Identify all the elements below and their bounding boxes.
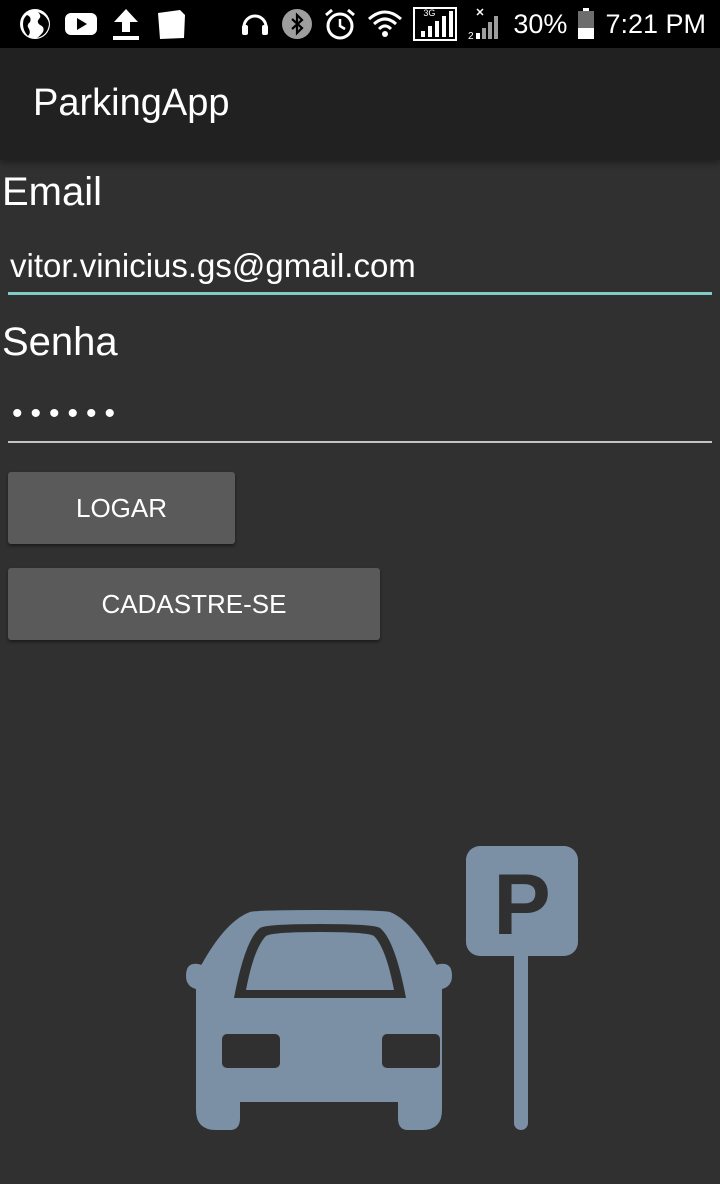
bluetooth-icon [281, 8, 313, 40]
password-label: Senha [2, 320, 118, 364]
notes-icon [154, 7, 188, 41]
register-button[interactable]: CADASTRE-SE [8, 568, 380, 640]
signal-3g-icon: 3G [413, 7, 458, 41]
parking-sign-letter: P [493, 857, 550, 953]
email-label: Email [2, 170, 103, 214]
youtube-icon [64, 10, 98, 38]
alarm-icon [323, 7, 357, 41]
globe-icon [18, 7, 52, 41]
car-parking-icon: P [180, 840, 590, 1145]
signal-2-icon: 2 [467, 7, 503, 41]
status-bar-notifications [18, 6, 188, 42]
password-field-underline [8, 441, 712, 443]
password-field[interactable]: •••••• [8, 384, 712, 444]
login-button[interactable]: LOGAR [8, 472, 235, 544]
battery-percent: 30% [513, 8, 568, 39]
wifi-icon [367, 9, 403, 39]
email-field-underline [8, 292, 712, 295]
svg-text:2: 2 [468, 31, 474, 41]
upload-icon [110, 7, 142, 41]
app-bar: ParkingApp [0, 48, 720, 160]
battery-icon [577, 8, 595, 40]
network-type-label: 3G [423, 8, 436, 18]
headset-icon [239, 9, 271, 39]
status-bar-system: 3G 2 30% 7:21 PM [239, 6, 706, 42]
status-bar: 3G 2 30% 7:21 PM [0, 0, 720, 48]
app-title: ParkingApp [33, 82, 230, 124]
clock: 7:21 PM [605, 8, 706, 39]
email-field[interactable] [8, 236, 712, 296]
